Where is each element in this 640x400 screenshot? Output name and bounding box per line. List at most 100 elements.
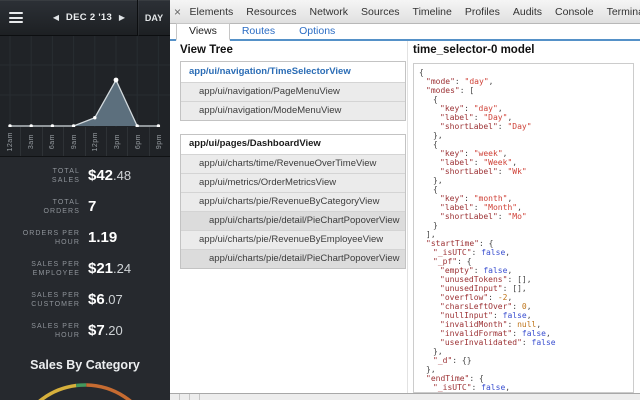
json-line: "unusedInput": [], xyxy=(440,284,527,293)
json-line: } xyxy=(433,221,438,230)
devtools-tab-profiles[interactable]: Profiles xyxy=(458,0,506,23)
tree-row[interactable]: app/ui/navigation/TimeSelectorView xyxy=(181,62,405,82)
stat-value-main: $6 xyxy=(88,291,105,308)
json-line: "_isUTC": false, xyxy=(433,383,511,392)
axis-tick-label: 3pm xyxy=(105,127,127,156)
tree-row[interactable]: app/ui/charts/pie/detail/PieChartPopover… xyxy=(181,249,405,268)
devtools-tab-terminal[interactable]: Terminal xyxy=(600,0,640,23)
json-line: "empty": false, xyxy=(440,266,513,275)
json-line: "overflow": -2, xyxy=(440,293,513,302)
tree-row[interactable]: app/ui/pages/DashboardView xyxy=(181,135,405,154)
stat-row: SALES PER CUSTOMER $6.07 xyxy=(0,284,170,315)
stat-row: TOTAL ORDERS 7 xyxy=(0,191,170,222)
tree-row[interactable]: app/ui/navigation/ModeMenuView xyxy=(181,101,405,120)
json-line: }, xyxy=(426,365,436,374)
tree-row[interactable]: app/ui/charts/time/RevenueOverTimeView xyxy=(181,154,405,173)
stat-label: SALES PER HOUR xyxy=(31,322,80,339)
axis-tick-label: 9pm xyxy=(148,127,170,156)
json-line: }, xyxy=(433,176,443,185)
devtools-toolbar: × Elements Resources Network Sources Timelin… xyxy=(170,0,640,24)
json-line: "invalidMonth": null, xyxy=(440,320,542,329)
json-line: { xyxy=(433,95,438,104)
mode-day-button[interactable]: DAY xyxy=(137,0,170,36)
stat-label: SALES PER CUSTOMER xyxy=(31,291,80,308)
devtools-tab-sources[interactable]: Sources xyxy=(355,0,407,23)
devtools-panel: × Elements Resources Network Sources Timelin… xyxy=(170,0,640,400)
tree-row[interactable]: app/ui/navigation/PageMenuView xyxy=(181,82,405,101)
json-line: "mode": "day", xyxy=(426,77,494,86)
stat-value-frac: .24 xyxy=(113,261,132,276)
axis-tick-label: 12pm xyxy=(84,127,106,156)
json-line: { xyxy=(419,68,424,77)
devtools-tab-timeline[interactable]: Timeline xyxy=(406,0,458,23)
stat-value-main: $7 xyxy=(88,322,105,339)
json-line: "invalidFormat": false, xyxy=(440,329,551,338)
subtab-views[interactable]: Views xyxy=(176,23,230,41)
json-line: "_d": {} xyxy=(433,356,472,365)
close-icon[interactable]: × xyxy=(174,0,181,23)
json-line: ], xyxy=(426,230,436,239)
metrics-list: TOTAL SALES $42.48 TOTAL ORDERS 7 ORDERS PER HO… xyxy=(0,157,170,346)
devtools-tab-network[interactable]: Network xyxy=(303,0,355,23)
stat-value-main: 1.19 xyxy=(88,229,118,246)
lavaca-subtabs: Views Routes Options xyxy=(170,23,640,41)
next-date-button[interactable]: ▶ xyxy=(115,13,129,22)
tree-row[interactable]: app/ui/charts/pie/RevenueByEmployeeView xyxy=(181,230,405,249)
revenue-over-time-chart xyxy=(0,36,170,128)
tree-row[interactable]: app/ui/charts/pie/RevenueByCategoryView xyxy=(181,192,405,211)
json-line: "_isUTC": false, xyxy=(433,248,511,257)
json-line: "label": "Month", xyxy=(440,203,522,212)
dashboard-topbar: ◀ DEC 2 '13 ▶ DAY xyxy=(0,0,170,36)
stat-row: TOTAL SALES $42.48 xyxy=(0,160,170,191)
axis-tick-label: 6pm xyxy=(127,127,148,156)
json-line: "key": "week", xyxy=(440,149,508,158)
devtools-tab-audits[interactable]: Audits xyxy=(506,0,548,23)
json-line: "startTime": { xyxy=(426,239,494,248)
view-tree-group: app/ui/pages/DashboardView app/ui/charts/… xyxy=(180,134,406,269)
menu-icon[interactable] xyxy=(9,12,23,23)
subtab-options[interactable]: Options xyxy=(287,24,347,39)
subtab-routes[interactable]: Routes xyxy=(230,24,287,39)
json-line: "shortLabel": "Day" xyxy=(440,122,532,131)
json-line: "key": "day", xyxy=(440,104,503,113)
view-tree-pane: View Tree app/ui/navigation/TimeSelector… xyxy=(180,41,406,393)
stat-label: SALES PER EMPLOYEE xyxy=(31,260,80,277)
tree-row[interactable]: app/ui/metrics/OrderMetricsView xyxy=(181,173,405,192)
devtools-tab-resources[interactable]: Resources xyxy=(240,0,303,23)
stat-value-main: $21 xyxy=(88,260,114,277)
axis-tick-label: 3am xyxy=(20,127,41,156)
model-pane: time_selector-0 model {"mode": "day", "mo… xyxy=(413,41,634,393)
model-heading: time_selector-0 model xyxy=(413,44,535,56)
axis-tick-label: 9am xyxy=(63,127,84,156)
view-tree-heading: View Tree xyxy=(180,44,233,56)
json-line: }, xyxy=(433,131,443,140)
stat-value: 1.19 xyxy=(88,229,117,246)
stat-row: SALES PER HOUR $7.20 xyxy=(0,315,170,346)
stat-value: 7 xyxy=(88,198,96,215)
devtools-tab-elements[interactable]: Elements xyxy=(183,0,240,23)
app-root: ◀ DEC 2 '13 ▶ DAY 12am 3am 6am 9am 12pm 3pm 6p… xyxy=(0,0,640,400)
stat-value-frac: .48 xyxy=(113,168,132,183)
stat-value-frac: .20 xyxy=(104,323,123,338)
axis-tick-label: 6am xyxy=(41,127,63,156)
prev-date-button[interactable]: ◀ xyxy=(49,13,63,22)
model-json-viewer: {"mode": "day", "modes": [{"key": "day", "… xyxy=(413,63,634,393)
devtools-tabs: Elements Resources Network Sources Timeline P… xyxy=(183,0,640,23)
devtools-tab-console[interactable]: Console xyxy=(549,0,601,23)
date-label: DEC 2 '13 xyxy=(65,12,113,23)
json-line: "key": "month", xyxy=(440,194,513,203)
view-tree-group: app/ui/navigation/TimeSelectorView app/ui… xyxy=(180,61,406,121)
chart-x-axis: 12am 3am 6am 9am 12pm 3pm 6pm 9pm xyxy=(0,127,170,157)
stat-value: $6.07 xyxy=(88,291,123,308)
console-toggle-button[interactable] xyxy=(180,394,190,400)
sales-by-category-donut xyxy=(38,383,132,400)
tree-row[interactable]: app/ui/charts/pie/detail/PieChartPopover… xyxy=(181,211,405,230)
lavaca-content: View Tree app/ui/navigation/TimeSelector… xyxy=(170,41,640,393)
inspect-button[interactable] xyxy=(190,394,200,400)
dock-button[interactable] xyxy=(170,394,180,400)
stat-label: TOTAL ORDERS xyxy=(43,198,80,215)
stat-row: ORDERS PER HOUR 1.19 xyxy=(0,222,170,253)
stat-value-main: 7 xyxy=(88,198,97,215)
json-line: { xyxy=(433,185,438,194)
json-line: "charsLeftOver": 0, xyxy=(440,302,532,311)
